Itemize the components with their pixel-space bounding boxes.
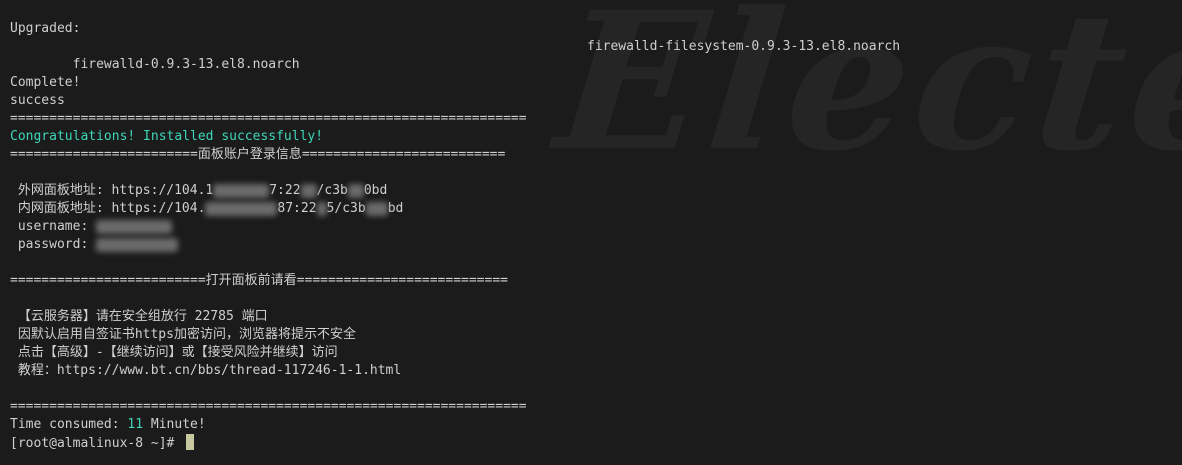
notice-text: 【云服务器】请在安全组放行 22785 端口: [10, 309, 268, 324]
time-consumed-line: Time consumed: 11 Minute!: [10, 416, 1170, 434]
terminal-line: Upgraded:: [10, 20, 1170, 38]
notice-text: 因默认启用自签证书https加密访问，浏览器将提示不安全: [10, 327, 356, 342]
redacted-blur: [316, 201, 327, 216]
terminal-line: firewalld-0.9.3-13.el8.noarch firewalld-…: [10, 38, 1170, 72]
separator-text: ========================================…: [10, 111, 527, 126]
password-line: password:: [10, 236, 1170, 254]
terminal-line: Complete!: [10, 74, 1170, 92]
address-text: 7:22: [269, 183, 301, 198]
notice-line: 因默认启用自签证书https加密访问，浏览器将提示不安全: [10, 326, 1170, 344]
congratulations-text: Congratulations! Installed successfully!: [10, 129, 324, 144]
redacted-blur: [300, 183, 317, 198]
address-text: 内网面板地址: https://104.: [10, 201, 206, 216]
address-text: bd: [387, 201, 404, 216]
username-label: username:: [10, 219, 97, 234]
external-panel-address: 外网面板地址: https://104.1 7:22/c3b 0bd: [10, 182, 1170, 200]
section-header-text: =========================打开面板前请看========…: [10, 273, 508, 288]
tutorial-text: 教程：https://www.bt.cn/bbs/thread-117246-1…: [10, 363, 402, 378]
time-label: Time consumed:: [10, 417, 128, 432]
redacted-blur: [347, 183, 364, 198]
terminal-line: success: [10, 92, 1170, 110]
address-text: 0bd: [363, 183, 388, 198]
notice-line: 点击【高级】-【继续访问】或【接受风险并继续】访问: [10, 344, 1170, 362]
separator-line: ========================================…: [10, 110, 1170, 128]
time-value: 11: [127, 417, 144, 432]
internal-panel-address: 内网面板地址: https://104. 87:22 5/c3b bd: [10, 200, 1170, 218]
tutorial-line: 教程：https://www.bt.cn/bbs/thread-117246-1…: [10, 362, 1170, 380]
redacted-blur: [205, 201, 278, 216]
install-success-message: Congratulations! Installed successfully!: [10, 128, 1170, 146]
terminal-output: Upgraded: firewalld-0.9.3-13.el8.noarch …: [10, 20, 1170, 452]
section-header-text: ========================面板账户登录信息========…: [10, 147, 506, 162]
time-unit: Minute!: [143, 417, 206, 432]
separator-text: ========================================…: [10, 399, 527, 414]
upgraded-label: Upgraded:: [10, 21, 81, 36]
text-cursor: [186, 434, 195, 450]
username-line: username:: [10, 218, 1170, 236]
upgraded-package: firewalld-filesystem-0.9.3-13.el8.noarch: [587, 39, 901, 54]
redacted-blur: [365, 201, 388, 216]
shell-prompt: [root@almalinux-8 ~]#: [10, 436, 183, 451]
section-header-read-before-open: =========================打开面板前请看========…: [10, 272, 1170, 290]
complete-text: Complete!: [10, 75, 81, 90]
address-text: 87:22: [277, 201, 317, 216]
success-text: success: [10, 93, 65, 108]
separator-line: ========================================…: [10, 398, 1170, 416]
redacted-password: [96, 237, 179, 252]
address-text: /c3b: [316, 183, 348, 198]
address-text: 5/c3b: [326, 201, 366, 216]
redacted-blur: [213, 183, 270, 198]
notice-line: 【云服务器】请在安全组放行 22785 端口: [10, 308, 1170, 326]
section-header-login-info: ========================面板账户登录信息========…: [10, 146, 1170, 164]
shell-prompt-line[interactable]: [root@almalinux-8 ~]#: [10, 434, 1170, 452]
terminal-window[interactable]: Electer Upgraded: firewalld-0.9.3-13.el8…: [0, 0, 1182, 465]
address-text: 外网面板地址: https://104.1: [10, 183, 214, 198]
redacted-username: [96, 219, 173, 234]
notice-text: 点击【高级】-【继续访问】或【接受风险并继续】访问: [10, 345, 338, 360]
password-label: password:: [10, 237, 97, 252]
